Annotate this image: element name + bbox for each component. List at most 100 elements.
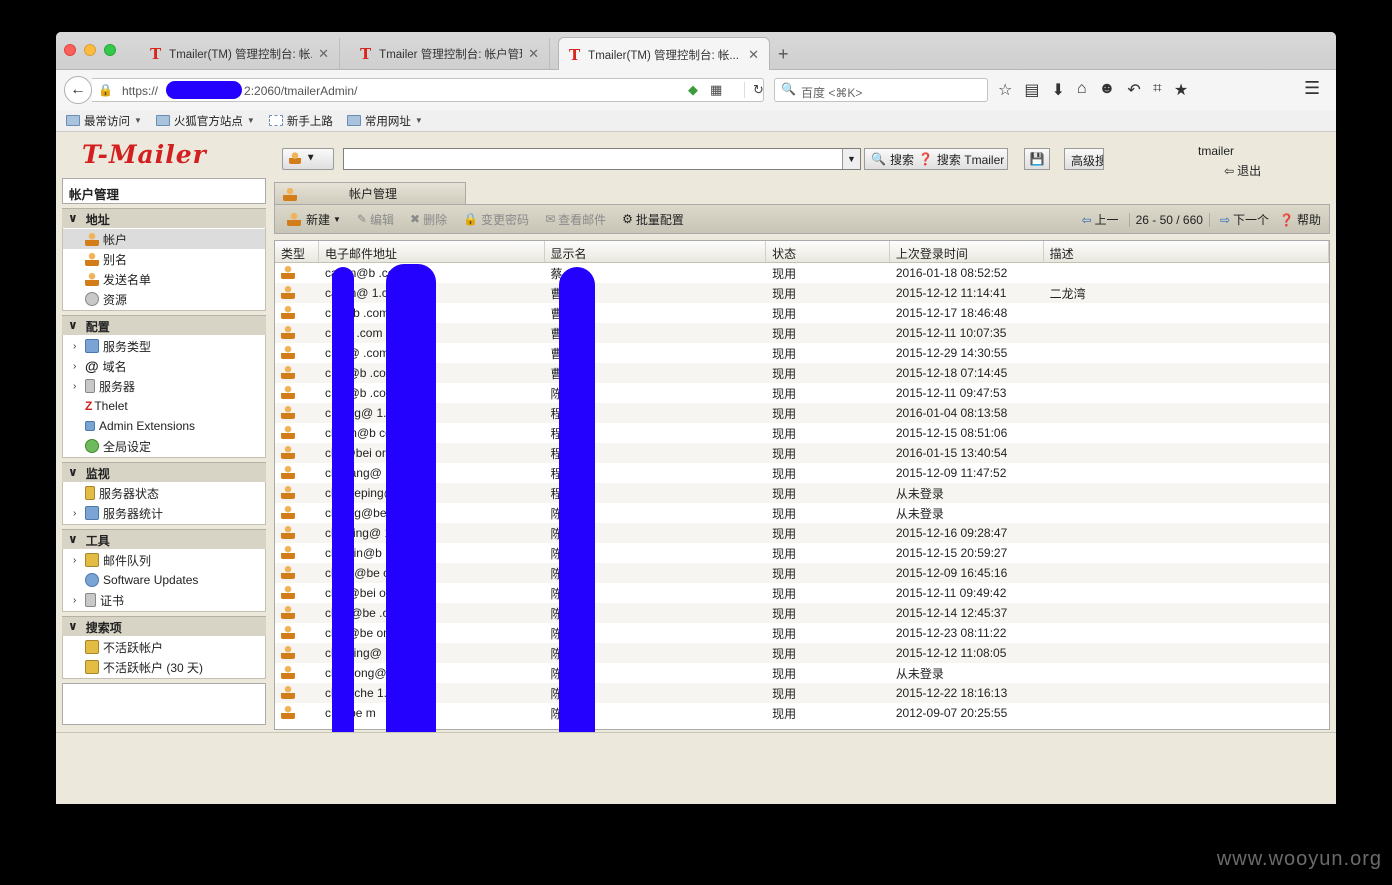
browser-tab-2[interactable]: T Tmailer 管理控制台: 帐户管理 ✕ xyxy=(350,38,550,70)
person-icon xyxy=(281,684,295,699)
sidebar-item-inactive-accounts[interactable]: 不活跃帐户 xyxy=(63,637,265,657)
bookmark-firefox-official[interactable]: 火狐官方站点 ▼ xyxy=(155,113,255,129)
sidebar-item-software-updates[interactable]: Software Updates xyxy=(63,570,265,590)
edit-button[interactable]: ✎ 编辑 xyxy=(357,211,394,228)
bookmark-getting-started[interactable]: 新手上路 xyxy=(268,113,333,129)
navigation-bar: ← 🔒 https:// 2:2060/tmailerAdmin/ ◆ ▦ ↻ 🔍… xyxy=(56,70,1336,110)
help-button[interactable]: ❓ 帮助 xyxy=(1279,211,1321,228)
chevron-right-icon[interactable]: › xyxy=(73,361,83,372)
previous-page-button[interactable]: ⇦ 上一 xyxy=(1081,211,1118,228)
new-tab-icon[interactable]: + xyxy=(778,44,789,65)
sidebar-item-server-statistics[interactable]: › 服务器统计 xyxy=(63,503,265,523)
chevron-right-icon[interactable]: › xyxy=(73,381,83,392)
home-icon[interactable]: ⌂ xyxy=(1077,80,1087,100)
view-mail-button[interactable]: ✉ 查看邮件 xyxy=(545,211,606,228)
sidebar-item-zimlets[interactable]: Z Thelet xyxy=(63,396,265,416)
section-monitoring[interactable]: ∨ 监视 xyxy=(62,462,266,482)
qr-code-icon[interactable]: ▦ xyxy=(710,82,722,98)
section-saved-searches[interactable]: ∨ 搜索项 xyxy=(62,616,266,636)
search-placeholder: 百度 <⌘K> xyxy=(801,86,863,100)
bookmark-common-sites[interactable]: 常用网址 ▼ xyxy=(346,113,423,129)
search-type-select[interactable]: ▼ xyxy=(282,148,334,170)
back-arrow-icon[interactable]: ← xyxy=(64,76,92,104)
hamburger-menu-icon[interactable]: ☰ xyxy=(1304,78,1320,99)
sidebar-item-global-settings[interactable]: 全局设定 xyxy=(63,436,265,456)
status-cell: 现用 xyxy=(772,306,797,321)
change-password-button[interactable]: 🔒 变更密码 xyxy=(463,211,529,228)
chat-icon[interactable]: ☻ xyxy=(1099,80,1116,100)
sidebar-item-servers[interactable]: › 服务器 xyxy=(63,376,265,396)
account-type-cell xyxy=(275,424,319,442)
last-login-cell: 2015-12-29 14:30:55 xyxy=(895,346,1008,360)
account-search-input[interactable]: ▼ xyxy=(343,148,861,170)
person-icon xyxy=(281,324,295,339)
close-tab-icon[interactable]: ✕ xyxy=(528,46,539,62)
column-header-description[interactable]: 描述 xyxy=(1044,241,1329,262)
column-header-display-name[interactable]: 显示名 xyxy=(545,241,767,262)
account-type-cell xyxy=(275,504,319,522)
chevron-right-icon[interactable]: › xyxy=(73,341,83,352)
close-tab-icon[interactable]: ✕ xyxy=(748,47,759,63)
sidebar-item-class-of-service[interactable]: › 服务类型 xyxy=(63,336,265,356)
chevron-right-icon[interactable]: › xyxy=(73,555,83,566)
dropdown-arrow-icon[interactable]: ▼ xyxy=(842,149,860,169)
column-header-email[interactable]: 电子邮件地址 xyxy=(319,241,545,262)
batch-provision-button[interactable]: ⚙ 批量配置 xyxy=(622,211,684,228)
sidebar-item-certificates[interactable]: › 证书 xyxy=(63,590,265,610)
url-bar[interactable]: 🔒 https:// 2:2060/tmailerAdmin/ ◆ ▦ ↻ xyxy=(92,78,764,102)
sidebar-item-aliases[interactable]: 别名 xyxy=(63,249,265,269)
server-icon xyxy=(85,379,95,393)
sidebar-item-admin-extensions[interactable]: Admin Extensions xyxy=(63,416,265,436)
redaction-mark-email-left xyxy=(332,267,354,779)
sidebar-item-distribution-lists[interactable]: 发送名单 xyxy=(63,269,265,289)
last-login-cell: 2015-12-22 18:16:13 xyxy=(895,686,1008,700)
sidebar-item-domains[interactable]: › @ 域名 xyxy=(63,356,265,376)
advanced-search-button[interactable]: 高级搜 xyxy=(1064,148,1104,170)
person-icon xyxy=(281,284,295,299)
extension-star-icon[interactable]: ★ xyxy=(1174,80,1188,100)
zoom-window-button[interactable] xyxy=(104,44,116,56)
next-page-button[interactable]: ⇨ 下一个 xyxy=(1220,211,1269,228)
logout-link[interactable]: ⇦ 退出 xyxy=(1224,162,1261,179)
sidebar-item-mail-queues[interactable]: › 邮件队列 xyxy=(63,550,265,570)
column-header-last-login[interactable]: 上次登录时间 xyxy=(890,241,1044,262)
chevron-down-icon: ∨ xyxy=(68,465,78,479)
bookmark-most-visited[interactable]: 最常访问 ▼ xyxy=(66,113,142,129)
person-icon xyxy=(281,364,295,379)
new-account-button[interactable]: 新建 ▼ xyxy=(287,211,341,228)
sidebar-item-inactive-accounts-30-days[interactable]: 不活跃帐户 (30 天) xyxy=(63,657,265,677)
status-cell: 现用 xyxy=(772,526,797,541)
browser-search-box[interactable]: 🔍 百度 <⌘K> xyxy=(774,78,988,102)
column-header-status[interactable]: 状态 xyxy=(766,241,890,262)
tab-account-management[interactable]: 帐户管理 xyxy=(274,182,466,204)
status-cell: 现用 xyxy=(772,286,797,301)
search-folder-icon xyxy=(85,660,99,674)
save-search-button[interactable]: 💾 xyxy=(1024,148,1050,170)
close-tab-icon[interactable]: ✕ xyxy=(318,46,329,62)
sidebar-item-resources[interactable]: 资源 xyxy=(63,289,265,309)
account-type-cell xyxy=(275,264,319,282)
reading-list-icon[interactable]: ▤ xyxy=(1024,80,1039,100)
browser-tab-1[interactable]: T Tmailer(TM) 管理控制台: 帐... ✕ xyxy=(140,38,340,70)
sidebar-item-server-status[interactable]: 服务器状态 xyxy=(63,483,265,503)
browser-tab-3-active[interactable]: T Tmailer(TM) 管理控制台: 帐... ✕ xyxy=(558,37,770,71)
tmailer-favicon-icon: T xyxy=(150,45,162,63)
crop-icon[interactable]: ⌗ xyxy=(1153,80,1162,100)
minimize-window-button[interactable] xyxy=(84,44,96,56)
delete-button[interactable]: ✖ 删除 xyxy=(410,211,447,228)
chevron-down-icon: ▼ xyxy=(414,116,423,125)
download-icon[interactable]: ⬇ xyxy=(1051,80,1064,100)
shield-icon[interactable]: ◆ xyxy=(688,82,698,98)
sidebar-item-accounts[interactable]: 帐户 xyxy=(63,229,265,249)
section-address[interactable]: ∨ 地址 xyxy=(62,208,266,228)
chevron-right-icon[interactable]: › xyxy=(73,508,83,519)
close-window-button[interactable] xyxy=(64,44,76,56)
bookmark-star-icon[interactable]: ☆ xyxy=(998,80,1012,100)
column-header-type[interactable]: 类型 xyxy=(275,241,319,262)
search-button[interactable]: 🔍 搜索 ❓ 搜索 Tmailer xyxy=(864,148,1008,170)
section-configuration[interactable]: ∨ 配置 xyxy=(62,315,266,335)
section-tools[interactable]: ∨ 工具 xyxy=(62,529,266,549)
reload-icon[interactable]: ↻ xyxy=(744,82,764,98)
undo-icon[interactable]: ↶ xyxy=(1127,80,1140,100)
chevron-right-icon[interactable]: › xyxy=(73,595,83,606)
